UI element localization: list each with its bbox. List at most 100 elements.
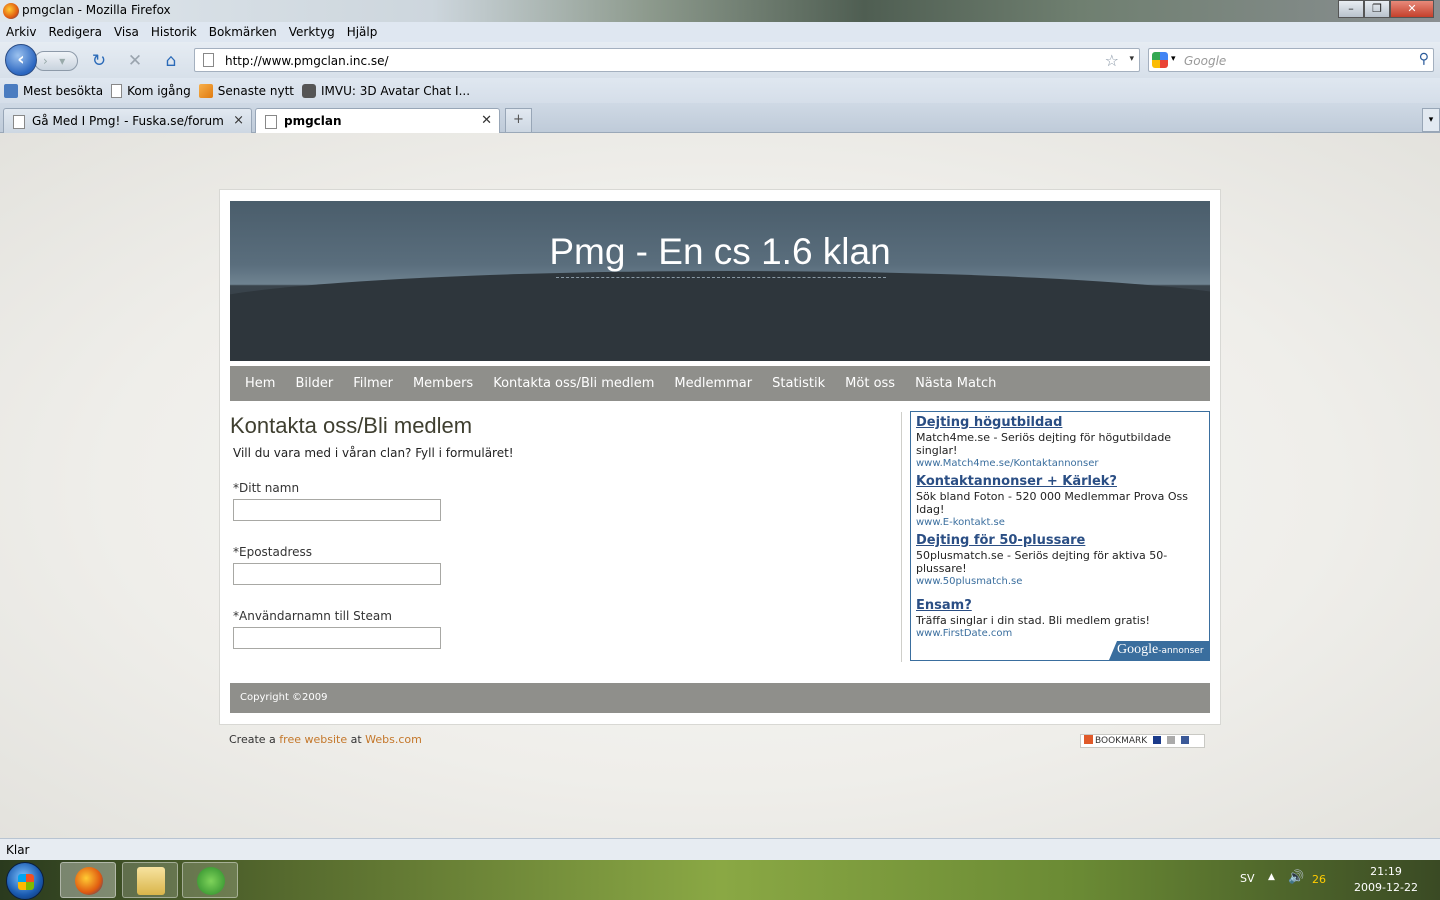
google-ads-suffix: -annonser — [1158, 646, 1204, 656]
forward-button[interactable]: › ▾ — [34, 51, 78, 71]
header-wave — [230, 271, 1210, 361]
tab-list-button[interactable]: ▾ — [1422, 108, 1440, 132]
tab-favicon — [13, 115, 25, 129]
ad-title-link[interactable]: Kontaktannonser + Kärlek? — [916, 474, 1204, 489]
nav-kontakta[interactable]: Kontakta oss/Bli medlem — [493, 376, 654, 391]
tab-close-icon[interactable]: × — [233, 113, 244, 128]
ad-url-link[interactable]: www.Match4me.se/Kontaktannonser — [916, 458, 1204, 469]
tab-label: pmgclan — [284, 114, 342, 128]
url-text[interactable]: http://www.pmgclan.inc.se/ — [225, 54, 389, 68]
free-website-link[interactable]: free website — [279, 733, 347, 746]
volume-icon[interactable]: 🔊 — [1288, 870, 1304, 885]
bookmark-imvu[interactable]: IMVU: 3D Avatar Chat I... — [302, 83, 471, 98]
delicious-icon — [1153, 736, 1162, 744]
start-button[interactable] — [6, 862, 44, 900]
copyright-text: Copyright ©2009 — [240, 692, 328, 703]
search-icon[interactable]: ⚲ — [1419, 51, 1429, 67]
tab-bar: Gå Med I Pmg! - Fuska.se/forum × pmgclan… — [0, 103, 1440, 134]
show-hidden-icons-icon[interactable]: ▲ — [1268, 872, 1275, 882]
ads-box: Dejting högutbildad Match4me.se - Seriös… — [910, 411, 1210, 661]
close-button[interactable]: ✕ — [1390, 0, 1434, 18]
ad-item: Dejting för 50-plussare 50plusmatch.se -… — [916, 533, 1204, 587]
taskbar-messenger[interactable] — [182, 862, 238, 898]
home-icon[interactable]: ⌂ — [161, 51, 181, 71]
site-title: Pmg - En cs 1.6 klan — [549, 231, 891, 272]
window-titlebar: pmgclan - Mozilla Firefox – ❐ ✕ — [0, 0, 1440, 22]
windows-taskbar: SV ▲ 🔊 26 21:19 2009-12-22 — [0, 860, 1440, 900]
ad-url-link[interactable]: www.50plusmatch.se — [916, 576, 1204, 587]
firefox-icon — [3, 3, 19, 19]
nav-bilder[interactable]: Bilder — [295, 376, 333, 391]
form-field-steam: *Användarnamn till Steam — [233, 609, 900, 649]
intro-text: Vill du vara med i våran clan? Fyll i fo… — [233, 446, 514, 460]
ad-item: Kontaktannonser + Kärlek? Sök bland Foto… — [916, 474, 1204, 528]
url-dropdown-icon[interactable]: ▾ — [1129, 54, 1134, 64]
stop-icon[interactable]: ✕ — [125, 51, 145, 71]
search-placeholder[interactable]: Google — [1184, 54, 1226, 68]
bookmark-senaste-nytt[interactable]: Senaste nytt — [198, 83, 294, 98]
back-button[interactable]: ‹ — [5, 44, 37, 76]
credit-mid: at — [347, 733, 366, 746]
steam-username-input[interactable] — [233, 627, 441, 649]
search-bar[interactable]: ▾ Google ⚲ — [1148, 48, 1434, 72]
page-heading: Kontakta oss/Bli medlem — [230, 413, 473, 438]
taskbar-explorer[interactable] — [122, 862, 178, 898]
webs-link[interactable]: Webs.com — [365, 733, 422, 746]
bookmark-share-button[interactable]: BOOKMARK — [1080, 734, 1205, 748]
imvu-icon — [302, 83, 316, 98]
menu-hjalp[interactable]: Hjälp — [347, 25, 378, 39]
name-input[interactable] — [233, 499, 441, 521]
title-underline — [556, 277, 886, 278]
reload-icon[interactable]: ↻ — [89, 51, 109, 71]
menu-verktyg[interactable]: Verktyg — [289, 25, 335, 39]
minimize-button[interactable]: – — [1338, 0, 1364, 18]
google-engine-icon[interactable] — [1152, 52, 1168, 68]
menu-redigera[interactable]: Redigera — [49, 25, 102, 39]
most-visited-icon — [4, 83, 18, 98]
engine-dropdown-icon[interactable]: ▾ — [1171, 54, 1176, 64]
bookmark-mest-besokta[interactable]: Mest besökta — [4, 83, 103, 98]
ad-title-link[interactable]: Dejting för 50-plussare — [916, 533, 1204, 548]
ad-title-link[interactable]: Dejting högutbildad — [916, 415, 1204, 430]
google-ads-badge[interactable]: Google-annonser — [1109, 641, 1209, 660]
google-ads-brand: Google — [1117, 642, 1159, 657]
ad-url-link[interactable]: www.E-kontakt.se — [916, 517, 1204, 528]
field-label: *Ditt namn — [233, 481, 300, 495]
nav-medlemmar[interactable]: Medlemmar — [674, 376, 752, 391]
bookmark-label: Senaste nytt — [217, 83, 294, 98]
bookmark-share-label: BOOKMARK — [1095, 736, 1148, 746]
nav-filmer[interactable]: Filmer — [353, 376, 393, 391]
tab-fuska-forum[interactable]: Gå Med I Pmg! - Fuska.se/forum × — [3, 108, 252, 133]
tab-pmgclan[interactable]: pmgclan ✕ — [255, 108, 500, 134]
menu-bokmarken[interactable]: Bokmärken — [209, 25, 277, 39]
url-bar[interactable]: http://www.pmgclan.inc.se/ ☆ ▾ — [194, 48, 1140, 72]
bookmark-kom-igang[interactable]: Kom igång — [111, 83, 191, 98]
nav-statistik[interactable]: Statistik — [772, 376, 825, 391]
ad-title-link[interactable]: Ensam? — [916, 598, 1204, 613]
site-footer: Copyright ©2009 — [230, 683, 1210, 713]
window-title: pmgclan - Mozilla Firefox — [22, 3, 171, 17]
bookmark-label: Kom igång — [127, 83, 191, 98]
language-indicator[interactable]: SV — [1240, 872, 1255, 885]
nav-nasta-match[interactable]: Nästa Match — [915, 376, 996, 391]
maximize-button[interactable]: ❐ — [1364, 0, 1390, 18]
bookmark-label: IMVU: 3D Avatar Chat I... — [321, 83, 471, 98]
clock[interactable]: 21:19 2009-12-22 — [1346, 864, 1426, 896]
taskbar-firefox[interactable] — [60, 862, 116, 898]
menu-arkiv[interactable]: Arkiv — [6, 25, 37, 39]
new-tab-button[interactable]: + — [505, 108, 532, 132]
bookmark-star-icon[interactable]: ☆ — [1105, 51, 1119, 70]
tab-close-icon[interactable]: ✕ — [481, 113, 492, 128]
email-input[interactable] — [233, 563, 441, 585]
nav-mot-oss[interactable]: Möt oss — [845, 376, 895, 391]
ad-url-link[interactable]: www.FirstDate.com — [916, 628, 1204, 639]
menu-visa[interactable]: Visa — [114, 25, 139, 39]
nav-hem[interactable]: Hem — [245, 376, 275, 391]
menu-historik[interactable]: Historik — [151, 25, 197, 39]
page-content: Pmg - En cs 1.6 klan Hem Bilder Filmer M… — [0, 133, 1440, 838]
window-controls: – ❐ ✕ — [1338, 0, 1434, 18]
tray-counter[interactable]: 26 — [1312, 873, 1326, 886]
form-field-email: *Epostadress — [233, 545, 900, 585]
nav-members[interactable]: Members — [413, 376, 473, 391]
facebook-icon — [1180, 736, 1189, 744]
